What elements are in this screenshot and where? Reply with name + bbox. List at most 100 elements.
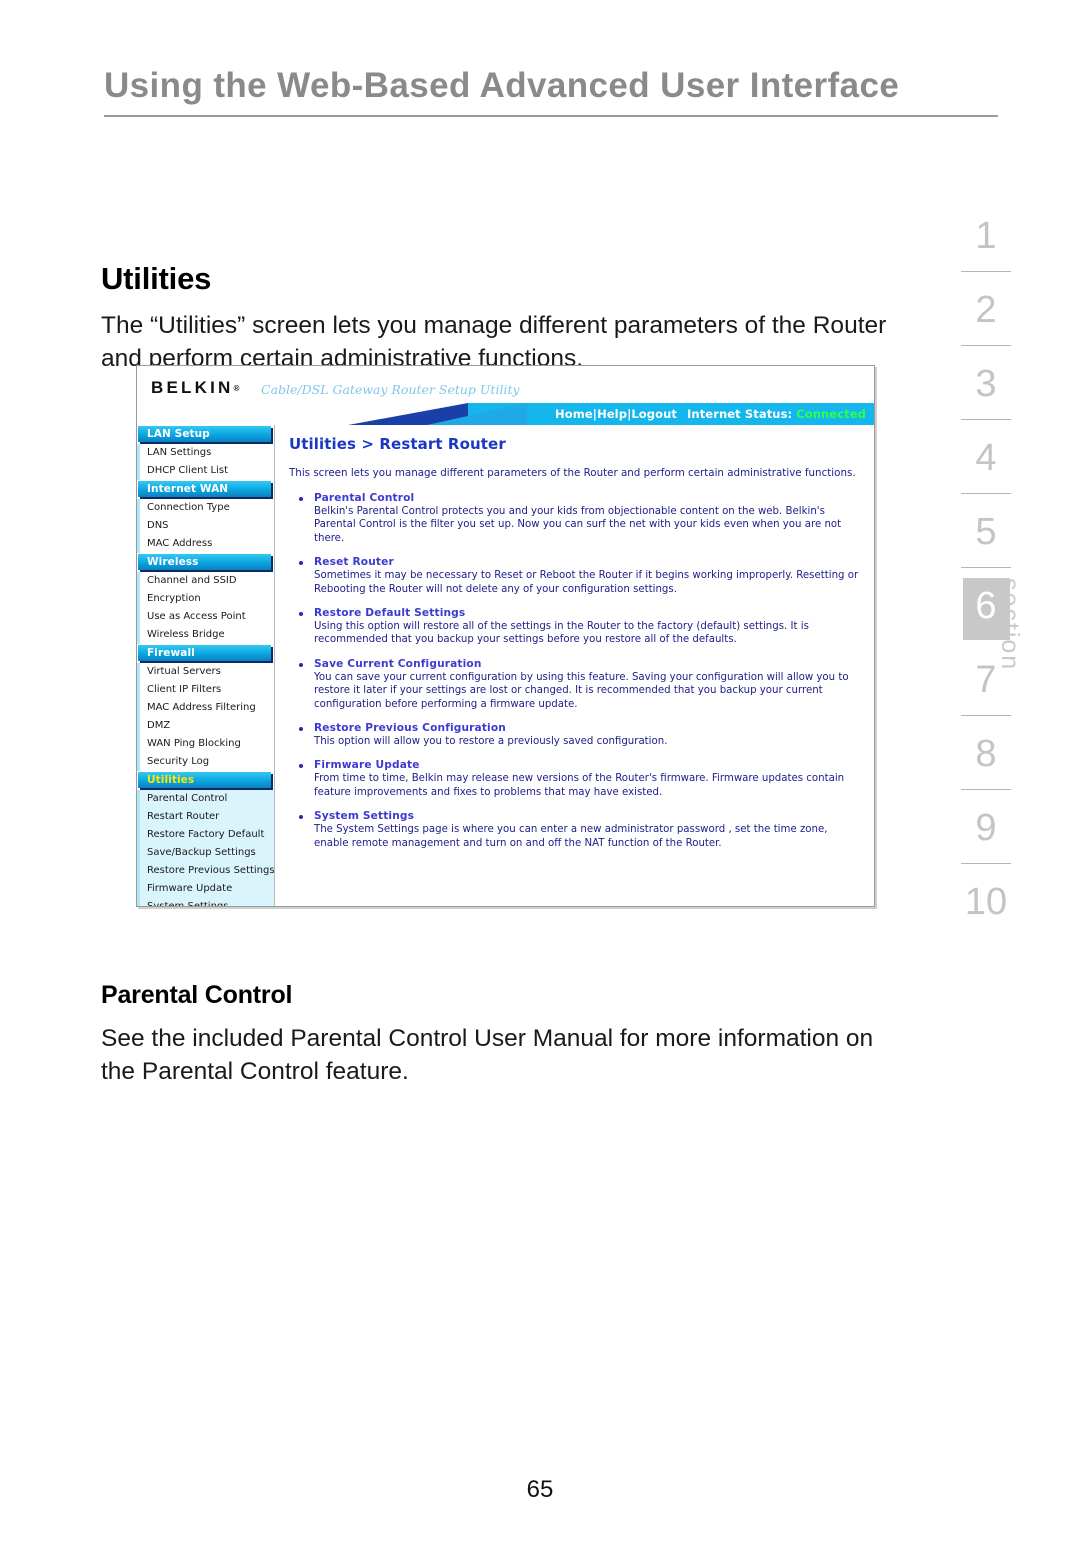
feature-title[interactable]: Restore Default Settings — [314, 607, 862, 619]
feature-description: From time to time, Belkin may release ne… — [314, 773, 845, 798]
sidebar-item-lan-settings[interactable]: LAN Settings — [137, 444, 274, 462]
router-brand-bar: BELKIN® Cable/DSL Gateway Router Setup U… — [137, 366, 874, 403]
utilities-heading: Utilities — [101, 260, 212, 296]
sidebar-item-mac-address[interactable]: MAC Address — [137, 535, 274, 553]
nav-help-link[interactable]: Help — [597, 407, 627, 421]
sidebar-group-utilities: Utilities Parental Control Restart Router R… — [137, 772, 274, 906]
feature-title[interactable]: System Settings — [314, 810, 862, 822]
sidebar-item-wireless-bridge[interactable]: Wireless Bridge — [137, 626, 274, 644]
router-nav-bar: Home|Help|Logout Internet Status: Connecte… — [137, 403, 874, 425]
sidebar-item-system-settings[interactable]: System Settings — [137, 898, 274, 906]
section-rail-item-8: 8 — [958, 723, 1014, 797]
feature-title[interactable]: Firmware Update — [314, 759, 862, 771]
sidebar-group-header-lan-setup[interactable]: LAN Setup — [138, 426, 271, 442]
sidebar-item-security-log[interactable]: Security Log — [137, 753, 274, 771]
sidebar-item-parental-control[interactable]: Parental Control — [137, 790, 274, 808]
sidebar-group-lan-setup: LAN Setup LAN Settings DHCP Client List — [137, 426, 274, 480]
nav-home-link[interactable]: Home — [555, 407, 593, 421]
section-rail-item-2: 2 — [958, 279, 1014, 353]
sidebar-group-wireless: Wireless Channel and SSID Encryption Use as… — [137, 554, 274, 644]
sidebar-item-restart-router[interactable]: Restart Router — [137, 808, 274, 826]
sidebar-item-use-as-access-point[interactable]: Use as Access Point — [137, 608, 274, 626]
section-rail-divider — [961, 715, 1011, 716]
registered-trademark-icon: ® — [233, 384, 240, 393]
router-ui-screenshot: BELKIN® Cable/DSL Gateway Router Setup U… — [136, 365, 875, 907]
section-rail-number: 6 — [975, 585, 997, 627]
section-rail-item-9: 9 — [958, 797, 1014, 871]
feature-description: The System Settings page is where you ca… — [314, 824, 828, 849]
router-sidebar: LAN Setup LAN Settings DHCP Client List Int… — [137, 425, 275, 906]
feature-list-item: Restore Previous Configuration This optio… — [289, 722, 862, 748]
section-rail-item-3: 3 — [958, 353, 1014, 427]
sidebar-item-client-ip-filters[interactable]: Client IP Filters — [137, 681, 274, 699]
section-rail-number: 10 — [964, 881, 1008, 923]
section-rail-number: 5 — [975, 511, 997, 553]
feature-description: Using this option will restore all of th… — [314, 621, 809, 646]
sidebar-item-restore-factory-default[interactable]: Restore Factory Default — [137, 826, 274, 844]
feature-title[interactable]: Reset Router — [314, 556, 862, 568]
feature-description: This option will allow you to restore a … — [314, 736, 668, 748]
nav-logout-link[interactable]: Logout — [631, 407, 677, 421]
parental-control-heading: Parental Control — [101, 980, 293, 1009]
sidebar-group-firewall: Firewall Virtual Servers Client IP Filters… — [137, 645, 274, 771]
belkin-wordmark: BELKIN — [151, 378, 234, 397]
sidebar-item-dhcp-client-list[interactable]: DHCP Client List — [137, 462, 274, 480]
running-head-title: Using the Web-Based Advanced User Interf… — [104, 66, 900, 105]
router-nav-links: Home|Help|Logout Internet Status: Connecte… — [555, 407, 866, 421]
nav-wedge-decoration — [137, 403, 527, 425]
section-rail-divider — [961, 567, 1011, 568]
internet-status-label: Internet Status: — [687, 407, 793, 421]
feature-list-item: Restore Default Settings Using this optio… — [289, 607, 862, 647]
section-rail-divider — [961, 863, 1011, 864]
feature-list-item: Parental Control Belkin's Parental Contro… — [289, 492, 862, 545]
section-rail-number: 8 — [975, 733, 997, 775]
section-rail-divider — [961, 493, 1011, 494]
sidebar-item-channel-and-ssid[interactable]: Channel and SSID — [137, 572, 274, 590]
feature-list-item: Firmware Update From time to time, Belkin… — [289, 759, 862, 799]
parental-control-paragraph: See the included Parental Control User M… — [101, 1024, 874, 1085]
sidebar-group-header-firewall[interactable]: Firewall — [138, 645, 271, 661]
sidebar-item-firmware-update[interactable]: Firmware Update — [137, 880, 274, 898]
section-rail-number: 2 — [975, 289, 997, 331]
section-rail-divider — [961, 271, 1011, 272]
section-rail-item-5: 5 — [958, 501, 1014, 575]
belkin-logo: BELKIN® — [151, 378, 239, 398]
sidebar-item-connection-type[interactable]: Connection Type — [137, 499, 274, 517]
content-breadcrumb-title: Utilities > Restart Router — [289, 435, 506, 453]
feature-description: You can save your current configuration … — [314, 671, 849, 710]
section-rail-item-1: 1 — [958, 205, 1014, 279]
section-rail-divider — [961, 419, 1011, 420]
feature-list-item: Reset Router Sometimes it may be necessar… — [289, 556, 862, 596]
section-rail-divider — [961, 789, 1011, 790]
sidebar-item-mac-address-filtering[interactable]: MAC Address Filtering — [137, 699, 274, 717]
sidebar-group-header-internet-wan[interactable]: Internet WAN — [138, 481, 271, 497]
section-number-rail: 1 2 3 4 5 6 7 8 9 10 — [958, 205, 1014, 945]
router-body: LAN Setup LAN Settings DHCP Client List Int… — [137, 425, 874, 906]
sidebar-item-wan-ping-blocking[interactable]: WAN Ping Blocking — [137, 735, 274, 753]
sidebar-item-encryption[interactable]: Encryption — [137, 590, 274, 608]
sidebar-item-dns[interactable]: DNS — [137, 517, 274, 535]
feature-description: Belkin's Parental Control protects you a… — [314, 506, 842, 544]
page-number: 65 — [526, 1476, 554, 1503]
sidebar-group-header-wireless[interactable]: Wireless — [138, 554, 271, 570]
feature-title[interactable]: Parental Control — [314, 492, 862, 504]
sidebar-item-dmz[interactable]: DMZ — [137, 717, 274, 735]
sidebar-item-save-backup-settings[interactable]: Save/Backup Settings — [137, 844, 274, 862]
section-rail-item-10: 10 — [958, 871, 1014, 945]
section-rail-number: 4 — [975, 437, 997, 479]
feature-title[interactable]: Save Current Configuration — [314, 658, 862, 670]
section-rail-number: 3 — [975, 363, 997, 405]
content-intro: This screen lets you manage different pa… — [289, 467, 856, 479]
running-head-rule — [104, 115, 998, 118]
running-head: Using the Web-Based Advanced User Interf… — [104, 66, 998, 118]
feature-list-item: Save Current Configuration You can save y… — [289, 658, 862, 711]
section-rail-number: 1 — [975, 215, 997, 257]
router-tagline: Cable/DSL Gateway Router Setup Utility — [261, 382, 520, 397]
section-rail-item-4: 4 — [958, 427, 1014, 501]
sidebar-group-internet-wan: Internet WAN Connection Type DNS MAC Addres… — [137, 481, 274, 553]
sidebar-group-header-utilities[interactable]: Utilities — [138, 772, 271, 788]
feature-title[interactable]: Restore Previous Configuration — [314, 722, 862, 734]
sidebar-item-virtual-servers[interactable]: Virtual Servers — [137, 663, 274, 681]
sidebar-item-restore-previous-settings[interactable]: Restore Previous Settings — [137, 862, 274, 880]
internet-status-value: Connected — [796, 407, 866, 421]
